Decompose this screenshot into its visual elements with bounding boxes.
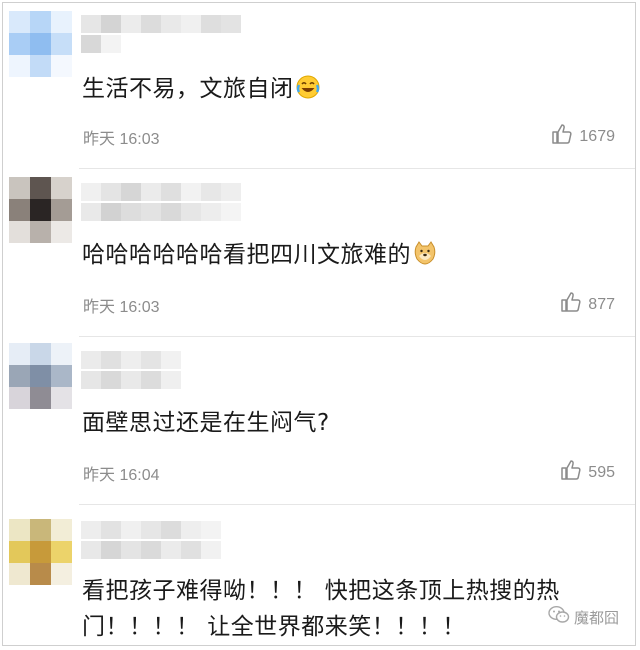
comment-item: 看把孩子难得呦！！！ 快把这条顶上热搜的热 门！！！！ 让全世界都来笑！！！！ (3, 505, 635, 645)
like-button[interactable]: 877 (560, 291, 615, 318)
comment-text-line: 看把孩子难得呦！！！ 快把这条顶上热搜的热 (82, 578, 560, 604)
like-button[interactable]: 595 (560, 459, 615, 486)
like-count: 595 (588, 463, 615, 481)
comment-text: 哈哈哈哈哈哈看把四川文旅难的 (82, 237, 617, 273)
like-button[interactable]: 1679 (551, 123, 615, 150)
thumbs-up-icon (560, 291, 582, 318)
comment-text: 看把孩子难得呦！！！ 快把这条顶上热搜的热 门！！！！ 让全世界都来笑！！！！ (82, 573, 617, 645)
watermark-text: 魔都囧 (573, 608, 619, 627)
username-blurred[interactable] (81, 351, 181, 391)
laughing-crying-emoji (296, 74, 320, 99)
watermark: 魔都囧 (548, 605, 619, 629)
comment-text: 面壁思过还是在生闷气? (82, 405, 617, 441)
avatar[interactable] (9, 343, 72, 409)
wechat-icon (548, 605, 570, 629)
avatar[interactable] (9, 11, 72, 77)
avatar[interactable] (9, 519, 72, 585)
comment-text-line: 门！！！！ 让全世界都来笑！！！！ (82, 614, 466, 640)
comment-time: 昨天 16:03 (83, 299, 160, 316)
comment-text-content: 面壁思过还是在生闷气? (82, 410, 330, 436)
comment-time: 昨天 16:04 (83, 467, 160, 484)
comment-text-content: 哈哈哈哈哈哈看把四川文旅难的 (82, 242, 411, 268)
comment-text-content: 生活不易，文旅自闭 (82, 76, 294, 102)
doge-emoji (413, 240, 437, 265)
username-blurred[interactable] (81, 521, 221, 561)
comment-time: 昨天 16:03 (83, 131, 160, 148)
comment-text: 生活不易，文旅自闭 (82, 71, 617, 107)
thumbs-up-icon (551, 123, 573, 150)
comment-list: 生活不易，文旅自闭 昨天 16:03 1679 哈哈哈哈哈哈看把四川文旅难的 昨… (2, 2, 636, 646)
comment-item: 生活不易，文旅自闭 昨天 16:03 1679 (3, 3, 635, 169)
username-blurred[interactable] (81, 183, 241, 223)
avatar[interactable] (9, 177, 72, 243)
comment-item: 哈哈哈哈哈哈看把四川文旅难的 昨天 16:03 877 (3, 169, 635, 337)
comment-item: 面壁思过还是在生闷气? 昨天 16:04 595 (3, 337, 635, 505)
thumbs-up-icon (560, 459, 582, 486)
like-count: 1679 (579, 127, 615, 145)
like-count: 877 (588, 295, 615, 313)
username-blurred[interactable] (81, 15, 241, 55)
